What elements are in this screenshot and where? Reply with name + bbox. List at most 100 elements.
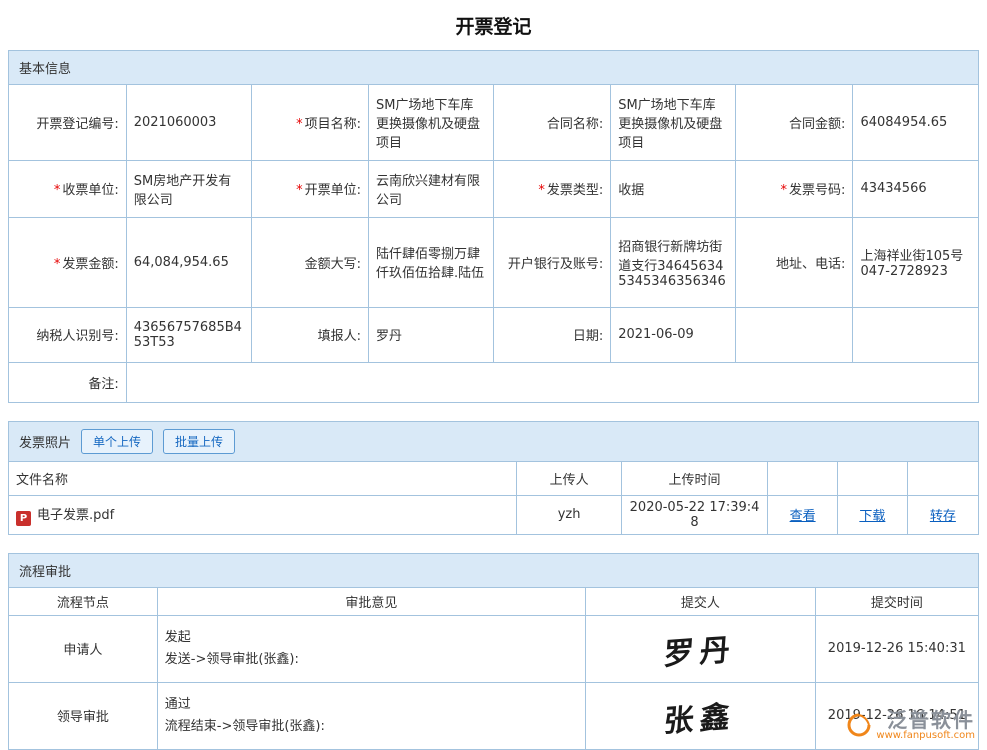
required-mark: *: [54, 183, 61, 198]
field-label-contract-name: 合同名称:: [493, 85, 610, 160]
approval-node: 申请人: [9, 615, 157, 682]
single-upload-button[interactable]: 单个上传: [81, 429, 153, 454]
basic-info-row-1: 开票登记编号: 2021060003 *项目名称: SM广场地下车库更换摄像机及…: [9, 85, 978, 160]
basic-info-title: 基本信息: [19, 58, 71, 77]
approval-flow-section-header: 流程审批: [9, 554, 978, 588]
field-label-invoice-type: *发票类型:: [493, 160, 610, 217]
approval-header-submitter: 提交人: [586, 588, 816, 616]
files-header-row: 文件名称 上传人 上传时间: [9, 462, 978, 495]
field-label-invoice-amount: *发票金额:: [9, 217, 126, 307]
field-label-preparer: 填报人:: [251, 307, 368, 362]
file-name: 电子发票.pdf: [37, 508, 114, 523]
approval-opinion: 发起 发送->领导审批(张鑫):: [157, 615, 585, 682]
field-label-receiver-unit: *收票单位:: [9, 160, 126, 217]
approval-header-time: 提交时间: [815, 588, 978, 616]
required-mark: *: [781, 183, 788, 198]
signature-image: 张鑫: [663, 691, 738, 740]
field-value-invoice-amount: 64,084,954.65: [126, 217, 251, 307]
pdf-icon: P: [16, 511, 31, 526]
file-name-cell: P 电子发票.pdf: [9, 495, 517, 534]
field-value-invoice-reg-no: 2021060003: [126, 85, 251, 160]
file-action-transfer-cell: 转存: [907, 495, 978, 534]
file-action-view-cell: 查看: [768, 495, 838, 534]
field-label-remarks: 备注:: [9, 362, 126, 402]
field-value-contract-name: SM广场地下车库更换摄像机及硬盘项目: [611, 85, 736, 160]
approval-row-leader: 领导审批 通过 流程结束->领导审批(张鑫): 张鑫 2019-12-26 16…: [9, 682, 978, 749]
required-mark: *: [296, 117, 303, 132]
invoice-photos-section: 发票照片 单个上传 批量上传 文件名称 上传人 上传时间 P 电子发票.pdf y…: [8, 421, 979, 535]
files-table: 文件名称 上传人 上传时间 P 电子发票.pdf yzh 2020-05-22 1…: [9, 462, 978, 534]
field-value-address-phone: 上海祥业街105号 047-2728923: [853, 217, 978, 307]
approval-header-node: 流程节点: [9, 588, 157, 616]
basic-info-table: 开票登记编号: 2021060003 *项目名称: SM广场地下车库更换摄像机及…: [9, 85, 978, 402]
field-value-amount-in-words: 陆仟肆佰零捌万肆仟玖佰伍拾肆.陆伍: [368, 217, 493, 307]
files-header-empty: [768, 462, 838, 495]
batch-upload-button[interactable]: 批量上传: [163, 429, 235, 454]
field-label-taxpayer-id: 纳税人识别号:: [9, 307, 126, 362]
empty-cell: [736, 307, 853, 362]
signature-image: 罗丹: [663, 624, 738, 673]
files-header-empty: [837, 462, 907, 495]
approval-submit-time: 2019-12-26 15:40:31: [815, 615, 978, 682]
page-title: 开票登记: [0, 0, 987, 50]
invoice-photos-title: 发票照片: [19, 432, 71, 451]
file-uploader: yzh: [517, 495, 622, 534]
basic-info-section: 基本信息 开票登记编号: 2021060003 *项目名称: SM广场地下车库更…: [8, 50, 979, 403]
approval-opinion-line2: 流程结束->领导审批(张鑫):: [165, 716, 578, 738]
approval-flow-title: 流程审批: [19, 561, 71, 580]
basic-info-row-3: *发票金额: 64,084,954.65 金额大写: 陆仟肆佰零捌万肆仟玖佰伍拾…: [9, 217, 978, 307]
field-value-issuer-unit: 云南欣兴建材有限公司: [368, 160, 493, 217]
field-value-project-name: SM广场地下车库更换摄像机及硬盘项目: [368, 85, 493, 160]
field-value-invoice-type: 收据: [611, 160, 736, 217]
field-label-bank-account: 开户银行及账号:: [493, 217, 610, 307]
approval-signature-cell: 罗丹: [586, 615, 816, 682]
field-label-invoice-no: *发票号码:: [736, 160, 853, 217]
approval-opinion-line1: 发起: [165, 627, 578, 649]
view-link[interactable]: 查看: [790, 509, 816, 524]
approval-signature-cell: 张鑫: [586, 682, 816, 749]
basic-info-row-4: 纳税人识别号: 43656757685B453T53 填报人: 罗丹 日期: 2…: [9, 307, 978, 362]
field-value-invoice-no: 43434566: [853, 160, 978, 217]
files-header-uploader: 上传人: [517, 462, 622, 495]
approval-opinion-line1: 通过: [165, 694, 578, 716]
basic-info-row-2: *收票单位: SM房地产开发有限公司 *开票单位: 云南欣兴建材有限公司 *发票…: [9, 160, 978, 217]
transfer-link[interactable]: 转存: [930, 509, 956, 524]
invoice-photos-section-header: 发票照片 单个上传 批量上传: [9, 422, 978, 462]
approval-node: 领导审批: [9, 682, 157, 749]
field-value-contract-amount: 64084954.65: [853, 85, 978, 160]
approval-flow-section: 流程审批 流程节点 审批意见 提交人 提交时间 申请人 发起 发送->领导审批(…: [8, 553, 979, 750]
approval-opinion: 通过 流程结束->领导审批(张鑫):: [157, 682, 585, 749]
field-label-contract-amount: 合同金额:: [736, 85, 853, 160]
download-link[interactable]: 下载: [859, 509, 885, 524]
field-value-preparer: 罗丹: [368, 307, 493, 362]
files-header-time: 上传时间: [621, 462, 767, 495]
field-label-amount-in-words: 金额大写:: [251, 217, 368, 307]
field-value-receiver-unit: SM房地产开发有限公司: [126, 160, 251, 217]
field-label-invoice-reg-no: 开票登记编号:: [9, 85, 126, 160]
approval-submit-time: 2019-12-26 16:14:51: [815, 682, 978, 749]
field-value-remarks: [126, 362, 978, 402]
field-label-project-name: *项目名称:: [251, 85, 368, 160]
files-header-empty: [907, 462, 978, 495]
field-label-issuer-unit: *开票单位:: [251, 160, 368, 217]
approval-opinion-line2: 发送->领导审批(张鑫):: [165, 649, 578, 671]
field-value-bank-account: 招商银行新牌坊街道支行346456345345346356346: [611, 217, 736, 307]
file-row: P电子发票.pdf yzh 2020-05-22 17:39:48 查看 下载 …: [9, 495, 978, 534]
file-upload-time: 2020-05-22 17:39:48: [621, 495, 767, 534]
approval-header-opinion: 审批意见: [157, 588, 585, 616]
field-label-date: 日期:: [493, 307, 610, 362]
required-mark: *: [538, 183, 545, 198]
field-label-address-phone: 地址、电话:: [736, 217, 853, 307]
file-action-download-cell: 下载: [837, 495, 907, 534]
basic-info-section-header: 基本信息: [9, 51, 978, 85]
required-mark: *: [296, 183, 303, 198]
field-value-date: 2021-06-09: [611, 307, 736, 362]
approval-table: 流程节点 审批意见 提交人 提交时间 申请人 发起 发送->领导审批(张鑫): …: [9, 588, 978, 750]
approval-header-row: 流程节点 审批意见 提交人 提交时间: [9, 588, 978, 616]
basic-info-row-5: 备注:: [9, 362, 978, 402]
required-mark: *: [54, 257, 61, 272]
empty-cell: [853, 307, 978, 362]
field-value-taxpayer-id: 43656757685B453T53: [126, 307, 251, 362]
approval-row-applicant: 申请人 发起 发送->领导审批(张鑫): 罗丹 2019-12-26 15:40…: [9, 615, 978, 682]
files-header-name: 文件名称: [9, 462, 517, 495]
